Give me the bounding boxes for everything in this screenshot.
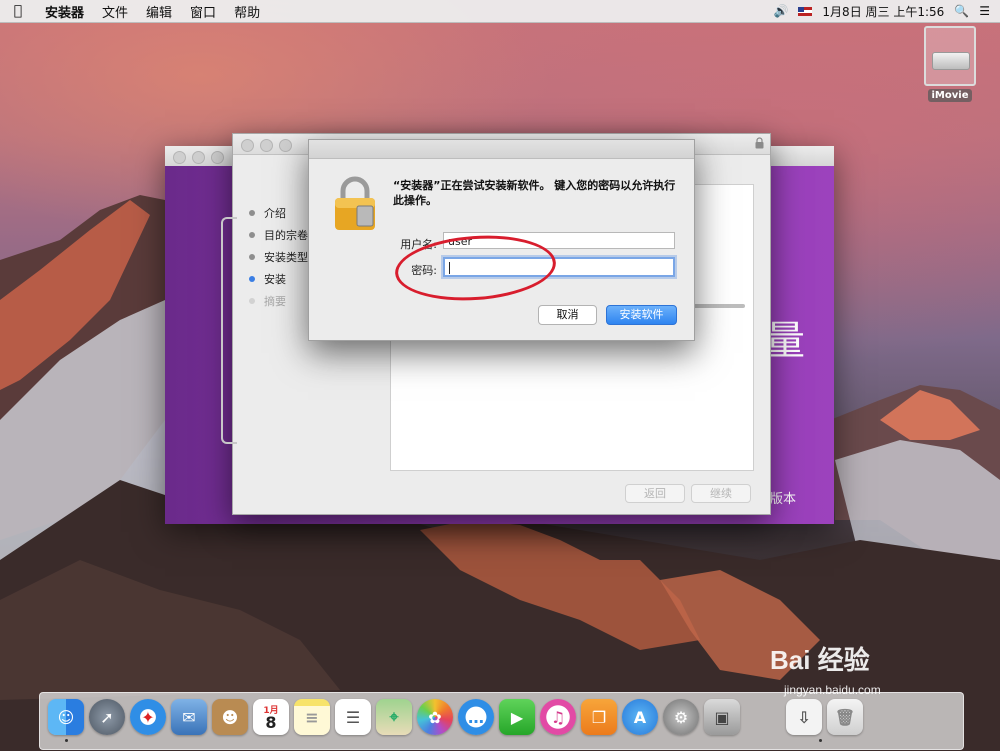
desktop-disk-imovie[interactable]: iMovie [920, 26, 980, 102]
dialog-message: “安装器”正在尝试安装新软件。 键入您的密码以允许执行此操作。 [393, 179, 676, 207]
step-label: 目的宗卷 [264, 229, 308, 242]
disk-drive-icon [924, 26, 976, 86]
reminders-icon[interactable]: ☰ [335, 699, 371, 735]
lock-icon [755, 137, 764, 149]
step-bullet-icon [249, 298, 255, 304]
step-label: 摘要 [264, 295, 286, 308]
sidebar-frame [221, 217, 237, 444]
installer-steps: 介绍 目的宗卷 安装类型 安装 摘要 [249, 202, 308, 312]
step-install-type: 安装类型 [249, 246, 308, 268]
dock-items: ☺ ➚ ✦ ✉ ☻ 1月 8 ≡ ☰ ⌖ ✿ … ▶ ♫ ❐ A ⚙ ▣ ⇩ 🗑 [48, 699, 863, 735]
installer-close-button[interactable] [241, 139, 254, 152]
spotlight-search-icon[interactable]: 🔍 [954, 4, 969, 18]
dock-separator [745, 699, 781, 735]
menu-clock[interactable]: 1月8日 周三 上午1:56 [822, 3, 944, 20]
maps-icon[interactable]: ⌖ [376, 699, 412, 735]
menu-extras: 🔊 1月8日 周三 上午1:56 🔍 ☰ [773, 3, 1000, 20]
banner-version-text: 版本 [770, 492, 797, 507]
safari-icon[interactable]: ✦ [130, 699, 166, 735]
padlock-icon [335, 176, 375, 230]
watermark-text: Bai 经验 [770, 645, 870, 675]
running-indicator [65, 739, 68, 742]
menu-edit[interactable]: 编辑 [137, 2, 181, 21]
photos-icon[interactable]: ✿ [417, 699, 453, 735]
dock: ☺ ➚ ✦ ✉ ☻ 1月 8 ≡ ☰ ⌖ ✿ … ▶ ♫ ❐ A ⚙ ▣ ⇩ 🗑 [39, 692, 964, 750]
step-destination: 目的宗卷 [249, 224, 308, 246]
window-traffic-lights [173, 151, 224, 164]
watermark-url: jingyan.baidu.com [784, 683, 881, 697]
system-preferences-icon[interactable]: ⚙ [663, 699, 699, 735]
step-introduction: 介绍 [249, 202, 308, 224]
mail-icon[interactable]: ✉ [171, 699, 207, 735]
finder-icon[interactable]: ☺ [48, 699, 84, 735]
close-button[interactable] [173, 151, 186, 164]
step-installation: 安装 [249, 268, 308, 290]
step-label: 安装 [264, 273, 286, 286]
step-bullet-icon [249, 254, 255, 260]
install-software-button[interactable]: 安装软件 [606, 305, 677, 325]
itunes-icon[interactable]: ♫ [540, 699, 576, 735]
notification-center-icon[interactable]: ☰ [979, 4, 990, 18]
minimize-button[interactable] [192, 151, 205, 164]
installer-zoom-button[interactable] [279, 139, 292, 152]
step-bullet-icon [249, 232, 255, 238]
continue-button[interactable]: 继续 [691, 484, 751, 503]
step-summary: 摘要 [249, 290, 308, 312]
launchpad-icon[interactable]: ➚ [89, 699, 125, 735]
contacts-icon[interactable]: ☻ [212, 699, 248, 735]
disk-label: iMovie [927, 89, 973, 102]
step-bullet-icon [249, 210, 255, 216]
ibooks-icon[interactable]: ❐ [581, 699, 617, 735]
facetime-icon[interactable]: ▶ [499, 699, 535, 735]
input-source-flag-icon[interactable] [798, 6, 813, 16]
menu-app-name[interactable]: 安装器 [36, 2, 93, 21]
baidu-watermark: Bai 经验 jingyan.baidu.com [770, 640, 881, 697]
app-store-icon[interactable]: A [622, 699, 658, 735]
installer-icon[interactable]: ▣ [704, 699, 740, 735]
volume-icon[interactable]: 🔊 [773, 4, 788, 18]
menu-help[interactable]: 帮助 [225, 2, 269, 21]
notes-icon[interactable]: ≡ [294, 699, 330, 735]
installer-traffic-lights [241, 139, 292, 152]
apple-menu-icon[interactable]:  [0, 3, 36, 19]
back-button[interactable]: 返回 [625, 484, 685, 503]
menu-window[interactable]: 窗口 [181, 2, 225, 21]
step-bullet-icon [249, 276, 255, 282]
dialog-titlebar [309, 140, 694, 159]
zoom-button[interactable] [211, 151, 224, 164]
menu-bar:  安装器 文件 编辑 窗口 帮助 🔊 1月8日 周三 上午1:56 🔍 ☰ [0, 0, 1000, 23]
downloads-icon[interactable]: ⇩ [786, 699, 822, 735]
step-label: 介绍 [264, 207, 286, 220]
cancel-button[interactable]: 取消 [538, 305, 597, 325]
messages-icon[interactable]: … [458, 699, 494, 735]
running-indicator [819, 739, 822, 742]
installer-minimize-button[interactable] [260, 139, 273, 152]
trash-icon[interactable]: 🗑 [827, 699, 863, 735]
step-label: 安装类型 [264, 251, 308, 264]
calendar-day: 8 [265, 713, 277, 732]
calendar-icon[interactable]: 1月 8 [253, 699, 289, 735]
menu-file[interactable]: 文件 [93, 2, 137, 21]
banner-character: 量 [765, 318, 805, 364]
